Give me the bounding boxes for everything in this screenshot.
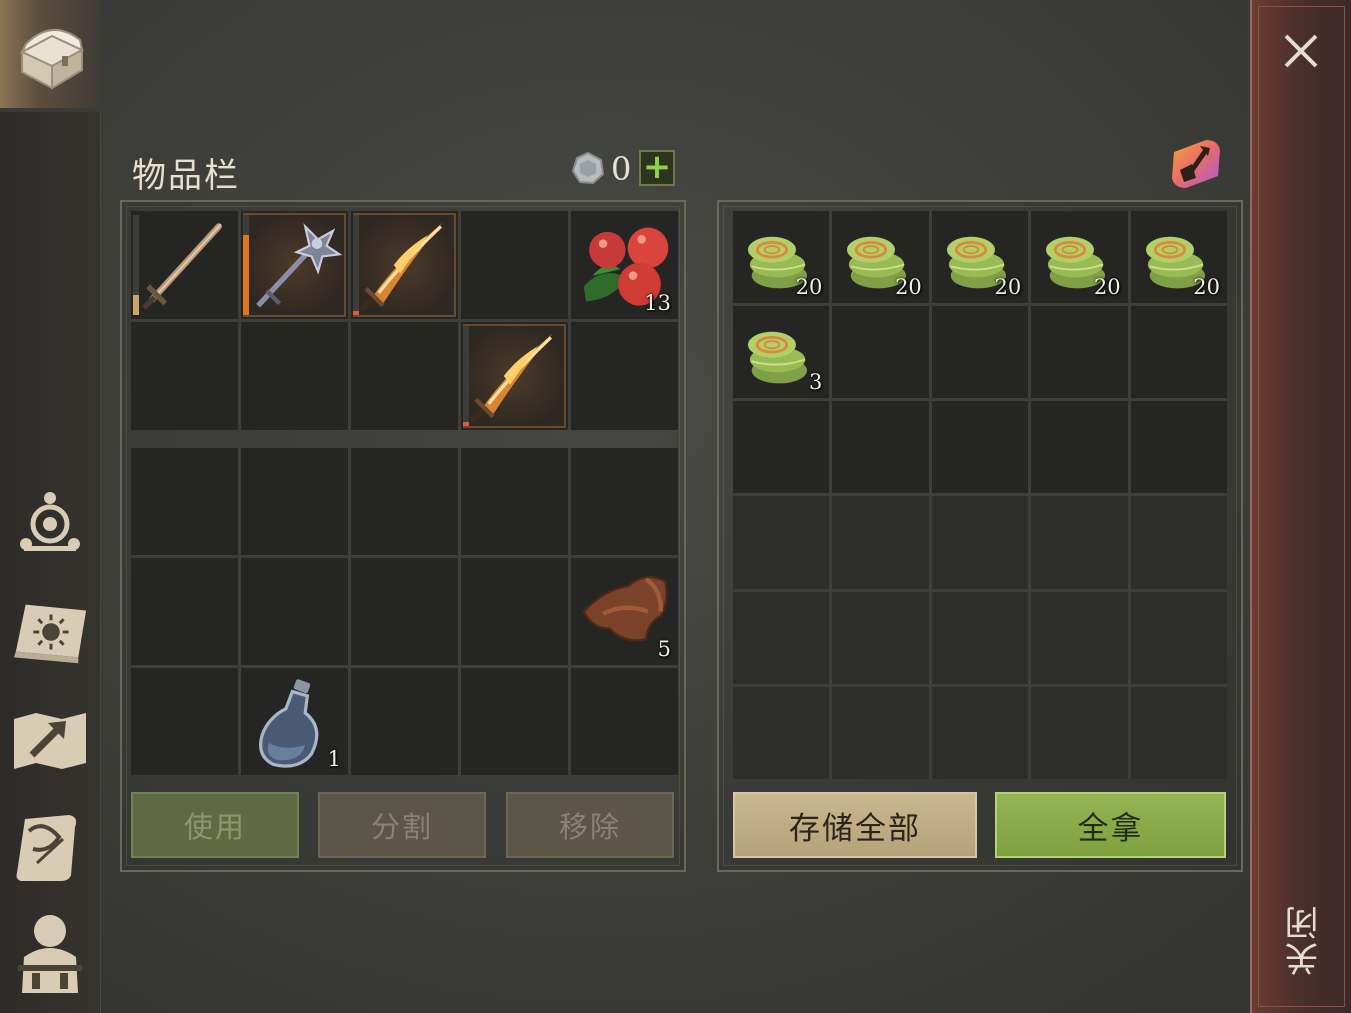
bag-slot[interactable] (461, 668, 568, 775)
container-slot-locked (1130, 686, 1227, 779)
bag-slot[interactable] (461, 558, 568, 665)
skills-button[interactable] (10, 482, 90, 562)
quest-button[interactable] (10, 807, 90, 887)
container-slot[interactable] (1130, 401, 1227, 494)
use-button[interactable]: 使用 (131, 792, 299, 858)
container-grid: 20 20 20 20 20 3 (733, 211, 1227, 779)
silver-coin-icon (571, 151, 605, 185)
equipped-slot[interactable]: 13 (571, 211, 678, 319)
equipped-slot[interactable] (131, 322, 238, 430)
bag-slot[interactable] (351, 668, 458, 775)
bag-slot[interactable] (131, 448, 238, 555)
container-slot[interactable] (832, 401, 929, 494)
bag-slot[interactable] (461, 448, 568, 555)
iron-mace-staff-icon (256, 223, 343, 308)
take-all-button[interactable]: 全拿 (995, 792, 1226, 858)
bag-slot[interactable] (131, 558, 238, 665)
character-icon (18, 915, 82, 993)
map-icon (14, 713, 86, 769)
container-slot-locked (1130, 591, 1227, 684)
bag-slot[interactable] (571, 668, 678, 775)
sort-broom-icon[interactable] (1166, 134, 1224, 192)
bag-slot[interactable] (241, 558, 348, 665)
chest-tab[interactable] (0, 0, 100, 108)
container-slot[interactable]: 20 (1031, 211, 1128, 304)
container-slot-locked (1130, 496, 1227, 589)
container-slot[interactable]: 20 (832, 211, 929, 304)
close-icon[interactable] (1280, 30, 1322, 72)
equipped-slot[interactable] (351, 322, 458, 430)
inventory-title: 物品栏 (132, 156, 240, 196)
item-quantity: 20 (1093, 275, 1121, 300)
container-slot-locked (733, 496, 830, 589)
container-slot-locked (931, 496, 1029, 589)
bag-grid: 51 (131, 448, 678, 775)
chest-icon (19, 28, 85, 90)
equipped-slot[interactable] (241, 322, 348, 430)
container-slot[interactable] (1031, 306, 1128, 399)
item-quantity: 20 (895, 275, 922, 300)
sidebar (0, 112, 101, 1013)
container-slot[interactable]: 20 (931, 211, 1029, 304)
container-slot[interactable] (1031, 401, 1128, 494)
skills-icon (20, 492, 80, 551)
bag-slot[interactable] (571, 448, 678, 555)
equipped-slot[interactable] (461, 322, 568, 430)
close-label[interactable]: 关闭 (1280, 900, 1325, 980)
bag-slot[interactable] (241, 448, 348, 555)
container-slot[interactable] (931, 306, 1029, 399)
bag-slot[interactable] (351, 558, 458, 665)
wooden-sword-icon (141, 223, 222, 310)
equipped-grid: 13 (131, 211, 678, 430)
journal-icon (13, 604, 87, 664)
remove-button[interactable]: 移除 (506, 792, 674, 858)
character-button[interactable] (10, 912, 90, 993)
container-slot[interactable] (733, 401, 830, 494)
flame-sword-icon (469, 333, 554, 423)
item-quantity: 1 (327, 747, 341, 771)
container-slot[interactable]: 3 (733, 306, 830, 399)
container-slot-locked (733, 686, 830, 779)
container-slot-locked (1031, 591, 1128, 684)
add-currency-button[interactable]: + (639, 150, 675, 186)
item-quantity: 20 (795, 275, 823, 300)
container-slot-locked (832, 591, 929, 684)
journal-button[interactable] (10, 592, 90, 672)
flame-sword-icon (359, 222, 444, 312)
container-slot[interactable]: 20 (1130, 211, 1227, 304)
container-slot[interactable] (931, 401, 1029, 494)
item-quantity: 5 (657, 637, 671, 661)
bag-slot[interactable]: 1 (241, 668, 348, 775)
equipped-slot[interactable] (351, 211, 458, 319)
container-slot[interactable] (1130, 306, 1227, 399)
container-slot-locked (1031, 496, 1128, 589)
container-slot-locked (832, 496, 929, 589)
currency-value: 0 (611, 150, 632, 188)
close-panel[interactable] (1250, 0, 1351, 1013)
container-slot[interactable]: 20 (733, 211, 830, 304)
bag-slot[interactable] (351, 448, 458, 555)
container-slot-locked (832, 686, 929, 779)
bag-slot[interactable] (131, 668, 238, 775)
container-slot-locked (931, 686, 1029, 779)
equipped-slot[interactable] (571, 322, 678, 430)
container-slot-locked (733, 591, 830, 684)
container-slot-locked (931, 591, 1029, 684)
bag-slot[interactable]: 5 (571, 558, 678, 665)
split-button[interactable]: 分割 (318, 792, 486, 858)
quest-scroll-icon (16, 815, 77, 881)
container-slot[interactable] (832, 306, 929, 399)
item-quantity: 3 (809, 370, 823, 395)
item-quantity: 20 (994, 275, 1022, 300)
store-all-button[interactable]: 存储全部 (733, 792, 977, 858)
equipped-slot[interactable] (131, 211, 238, 319)
container-slot-locked (1031, 686, 1128, 779)
item-quantity: 13 (644, 291, 671, 315)
item-quantity: 20 (1193, 275, 1220, 300)
equipped-slot[interactable] (241, 211, 348, 319)
map-button[interactable] (10, 700, 90, 780)
equipped-slot[interactable] (461, 211, 568, 319)
